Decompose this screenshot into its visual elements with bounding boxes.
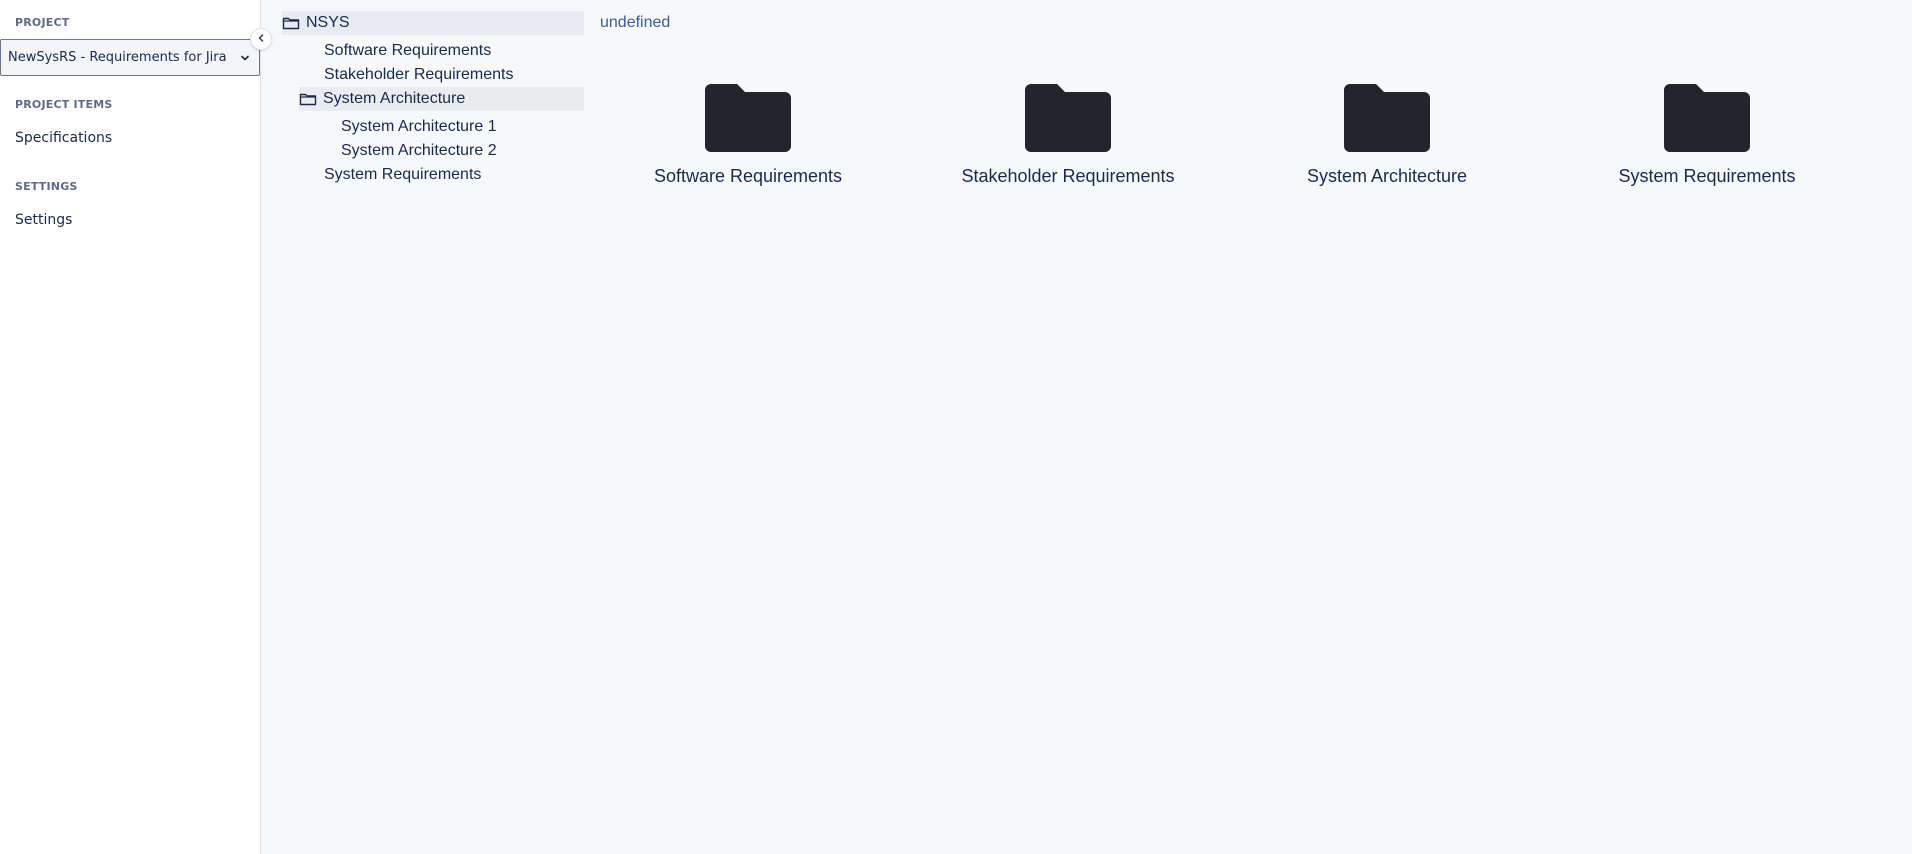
folder-outline-icon: [282, 16, 300, 30]
tree-item-label: NSYS: [306, 14, 350, 31]
folder-outline-icon: [299, 92, 317, 106]
folder-tile-label: System Requirements: [1618, 166, 1796, 186]
tree-item-root[interactable]: NSYS: [282, 11, 584, 35]
folder-tile-stakeholder-requirements[interactable]: Stakeholder Requirements: [928, 80, 1208, 200]
folder-icon: [1664, 80, 1750, 152]
tree-item-system-architecture-1[interactable]: System Architecture 1: [341, 115, 497, 139]
chevron-left-icon: [256, 30, 266, 48]
project-section-label: PROJECT: [15, 16, 70, 29]
collapse-sidebar-button[interactable]: [250, 28, 272, 50]
folder-icon: [1344, 80, 1430, 152]
tree-item-label: System Architecture: [323, 90, 466, 107]
nav-item-settings[interactable]: Settings: [15, 212, 72, 228]
tree-item-label: System Architecture 1: [341, 118, 497, 135]
folder-icon: [705, 80, 791, 152]
project-select-value: NewSysRS - Requirements for Jira: [8, 50, 227, 65]
tree-item-label: Software Requirements: [324, 42, 492, 59]
tree-item-system-architecture[interactable]: System Architecture: [299, 87, 584, 111]
tree-item-system-architecture-2[interactable]: System Architecture 2: [341, 139, 497, 163]
breadcrumb[interactable]: undefined: [600, 14, 670, 32]
settings-section-label: SETTINGS: [15, 180, 78, 193]
tree-item-stakeholder-requirements[interactable]: Stakeholder Requirements: [324, 63, 513, 87]
folder-tile-software-requirements[interactable]: Software Requirements: [608, 80, 888, 200]
tree-item-software-requirements[interactable]: Software Requirements: [324, 39, 491, 63]
tree-item-label: System Architecture 2: [341, 142, 497, 159]
folder-tile-label: System Architecture: [1306, 166, 1468, 186]
tree-item-system-requirements[interactable]: System Requirements: [324, 163, 481, 187]
folder-icon: [1025, 80, 1111, 152]
folder-tile-label: Stakeholder Requirements: [961, 166, 1175, 186]
nav-item-specifications[interactable]: Specifications: [15, 130, 112, 146]
folder-tile-label: Software Requirements: [653, 166, 843, 186]
folder-tile-system-requirements[interactable]: System Requirements: [1567, 80, 1847, 200]
tree-item-label: Stakeholder Requirements: [324, 66, 514, 83]
sidebar: PROJECT NewSysRS - Requirements for Jira…: [0, 0, 261, 854]
project-select[interactable]: NewSysRS - Requirements for Jira: [0, 39, 260, 76]
project-items-section-label: PROJECT ITEMS: [15, 98, 113, 111]
folder-tile-system-architecture[interactable]: System Architecture: [1247, 80, 1527, 200]
tree-item-label: System Requirements: [324, 166, 482, 183]
